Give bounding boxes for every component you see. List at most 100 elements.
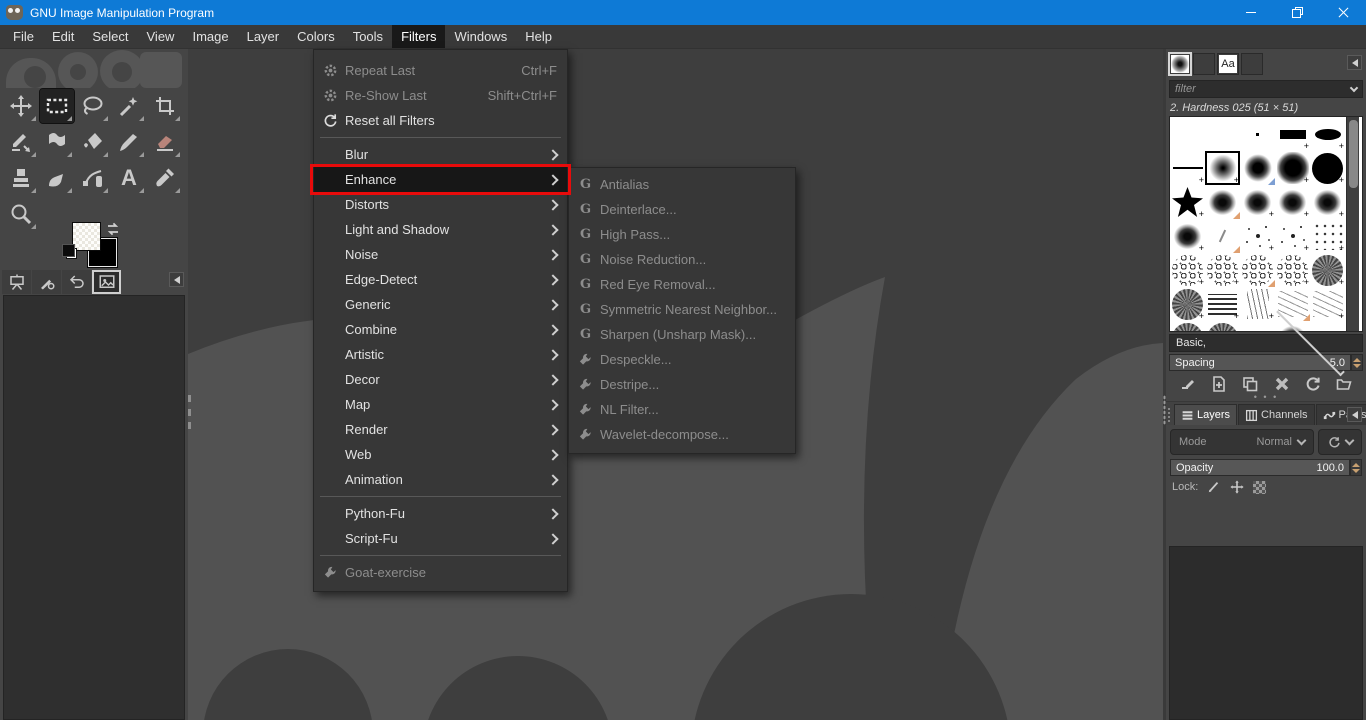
dock-tab-gradients[interactable]: [1241, 53, 1263, 75]
menu-item-deinterlace[interactable]: GDeinterlace...: [569, 197, 795, 222]
menu-edit[interactable]: Edit: [43, 25, 83, 48]
default-colors-icon[interactable]: [66, 248, 77, 259]
menu-tools[interactable]: Tools: [344, 25, 392, 48]
menu-item-nl-filter[interactable]: NL Filter...: [569, 397, 795, 422]
brush-soft3[interactable]: +: [1275, 151, 1310, 185]
menu-item-noise-reduction[interactable]: GNoise Reduction...: [569, 247, 795, 272]
menu-item-light-and-shadow[interactable]: Light and Shadow: [314, 217, 567, 242]
menu-item-web[interactable]: Web: [314, 442, 567, 467]
menu-view[interactable]: View: [138, 25, 184, 48]
menu-item-wavelet-decompose[interactable]: Wavelet-decompose...: [569, 422, 795, 447]
menu-item-combine[interactable]: Combine: [314, 317, 567, 342]
menu-item-antialias[interactable]: GAntialias: [569, 172, 795, 197]
menu-item-destripe[interactable]: Destripe...: [569, 372, 795, 397]
brush-star[interactable]: +: [1170, 185, 1205, 219]
brush-line[interactable]: +: [1170, 151, 1205, 185]
brush-filter-input[interactable]: filter: [1169, 80, 1363, 98]
configure-tab-button[interactable]: [1347, 55, 1362, 70]
unified-transform-tool[interactable]: [4, 125, 38, 159]
brush-ellipse[interactable]: +: [1310, 117, 1345, 151]
brush-soft1-selected[interactable]: +: [1205, 151, 1240, 185]
lock-position-button[interactable]: [1230, 480, 1244, 494]
brush-soft2[interactable]: [1240, 151, 1275, 185]
menu-item-distorts[interactable]: Distorts: [314, 192, 567, 217]
layer-mode-select[interactable]: Mode Normal: [1170, 429, 1314, 455]
layers-dock-grip[interactable]: [1167, 407, 1171, 423]
brush-charcoal[interactable]: [1205, 185, 1240, 219]
menu-item-re-show-last[interactable]: Re-Show LastShift+Ctrl+F: [314, 83, 567, 108]
menu-item-edge-detect[interactable]: Edge-Detect: [314, 267, 567, 292]
menu-item-sharpen-unsharp-mask[interactable]: GSharpen (Unsharp Mask)...: [569, 322, 795, 347]
menu-file[interactable]: File: [4, 25, 43, 48]
brush-cells[interactable]: +: [1170, 253, 1205, 287]
bucket-fill-tool[interactable]: [76, 125, 110, 159]
paths-tool[interactable]: [76, 161, 110, 195]
brush-texture[interactable]: [1170, 321, 1205, 331]
tab-layers[interactable]: Layers: [1174, 404, 1237, 425]
dock-tab-images[interactable]: [92, 270, 121, 294]
smudge-tool[interactable]: [40, 161, 74, 195]
menu-colors[interactable]: Colors: [288, 25, 344, 48]
lock-pixels-button[interactable]: [1207, 480, 1221, 494]
warp-transform-tool[interactable]: [40, 125, 74, 159]
move-tool[interactable]: [4, 89, 38, 123]
brush-cells[interactable]: +: [1205, 253, 1240, 287]
brush-dots[interactable]: +: [1310, 219, 1345, 253]
brush-solid[interactable]: +: [1310, 151, 1345, 185]
menu-item-python-fu[interactable]: Python-Fu: [314, 501, 567, 526]
menu-item-generic[interactable]: Generic: [314, 292, 567, 317]
minimize-button[interactable]: [1228, 0, 1274, 25]
dock-tab-fonts[interactable]: Aa: [1217, 53, 1239, 75]
brush-specks[interactable]: +: [1275, 219, 1310, 253]
brush-pixel[interactable]: [1240, 117, 1275, 151]
brush-blank[interactable]: [1310, 321, 1345, 331]
rectangle-select-tool[interactable]: [40, 89, 74, 123]
menu-item-high-pass[interactable]: GHigh Pass...: [569, 222, 795, 247]
menu-item-noise[interactable]: Noise: [314, 242, 567, 267]
menu-item-render[interactable]: Render: [314, 417, 567, 442]
brush-texture[interactable]: +: [1170, 287, 1205, 321]
new-brush-button[interactable]: [1211, 376, 1227, 392]
restore-button[interactable]: [1274, 0, 1320, 25]
edit-brush-button[interactable]: [1180, 376, 1196, 392]
clone-tool[interactable]: [4, 161, 38, 195]
spacing-spinner[interactable]: [1351, 354, 1363, 371]
brush-sketch[interactable]: +: [1310, 287, 1345, 321]
configure-tab-button[interactable]: [169, 272, 184, 287]
eraser-tool[interactable]: [148, 125, 182, 159]
tab-channels[interactable]: Channels: [1238, 404, 1314, 425]
brush-charcoal[interactable]: +: [1170, 219, 1205, 253]
duplicate-brush-button[interactable]: [1242, 376, 1258, 392]
dock-tab-brushes[interactable]: [1169, 53, 1191, 75]
color-picker-tool[interactable]: [148, 161, 182, 195]
brush-texture[interactable]: +: [1310, 253, 1345, 287]
menu-item-decor[interactable]: Decor: [314, 367, 567, 392]
brush-charcoal[interactable]: +: [1275, 185, 1310, 219]
brush-charcoal[interactable]: +: [1310, 185, 1345, 219]
paintbrush-tool[interactable]: [112, 125, 146, 159]
menu-item-repeat-last[interactable]: Repeat LastCtrl+F: [314, 58, 567, 83]
dock-tab-undo-history[interactable]: [62, 270, 91, 294]
foreground-color-swatch[interactable]: [72, 222, 101, 251]
dock-tab-device-status[interactable]: [32, 270, 61, 294]
brush-group-select[interactable]: Basic,: [1169, 334, 1363, 352]
brush-blank[interactable]: [1170, 117, 1205, 151]
text-tool[interactable]: A: [112, 161, 146, 195]
delete-brush-button[interactable]: [1274, 376, 1290, 392]
brush-blank[interactable]: [1205, 117, 1240, 151]
refresh-brushes-button[interactable]: [1305, 376, 1321, 392]
menu-item-red-eye-removal[interactable]: GRed Eye Removal...: [569, 272, 795, 297]
menu-item-reset-all-filters[interactable]: Reset all Filters: [314, 108, 567, 133]
menu-item-map[interactable]: Map: [314, 392, 567, 417]
brush-scrollbar[interactable]: [1346, 117, 1359, 331]
brush-hatch[interactable]: +: [1205, 287, 1240, 321]
menu-windows[interactable]: Windows: [445, 25, 516, 48]
brush-cells[interactable]: [1240, 253, 1275, 287]
menu-item-despeckle[interactable]: Despeckle...: [569, 347, 795, 372]
menu-item-enhance[interactable]: Enhance: [314, 167, 567, 192]
brush-bar[interactable]: +: [1275, 117, 1310, 151]
brush-smear[interactable]: [1240, 321, 1275, 331]
zoom-tool[interactable]: [4, 197, 38, 231]
menu-item-blur[interactable]: Blur: [314, 142, 567, 167]
configure-tab-button[interactable]: [1347, 407, 1362, 422]
